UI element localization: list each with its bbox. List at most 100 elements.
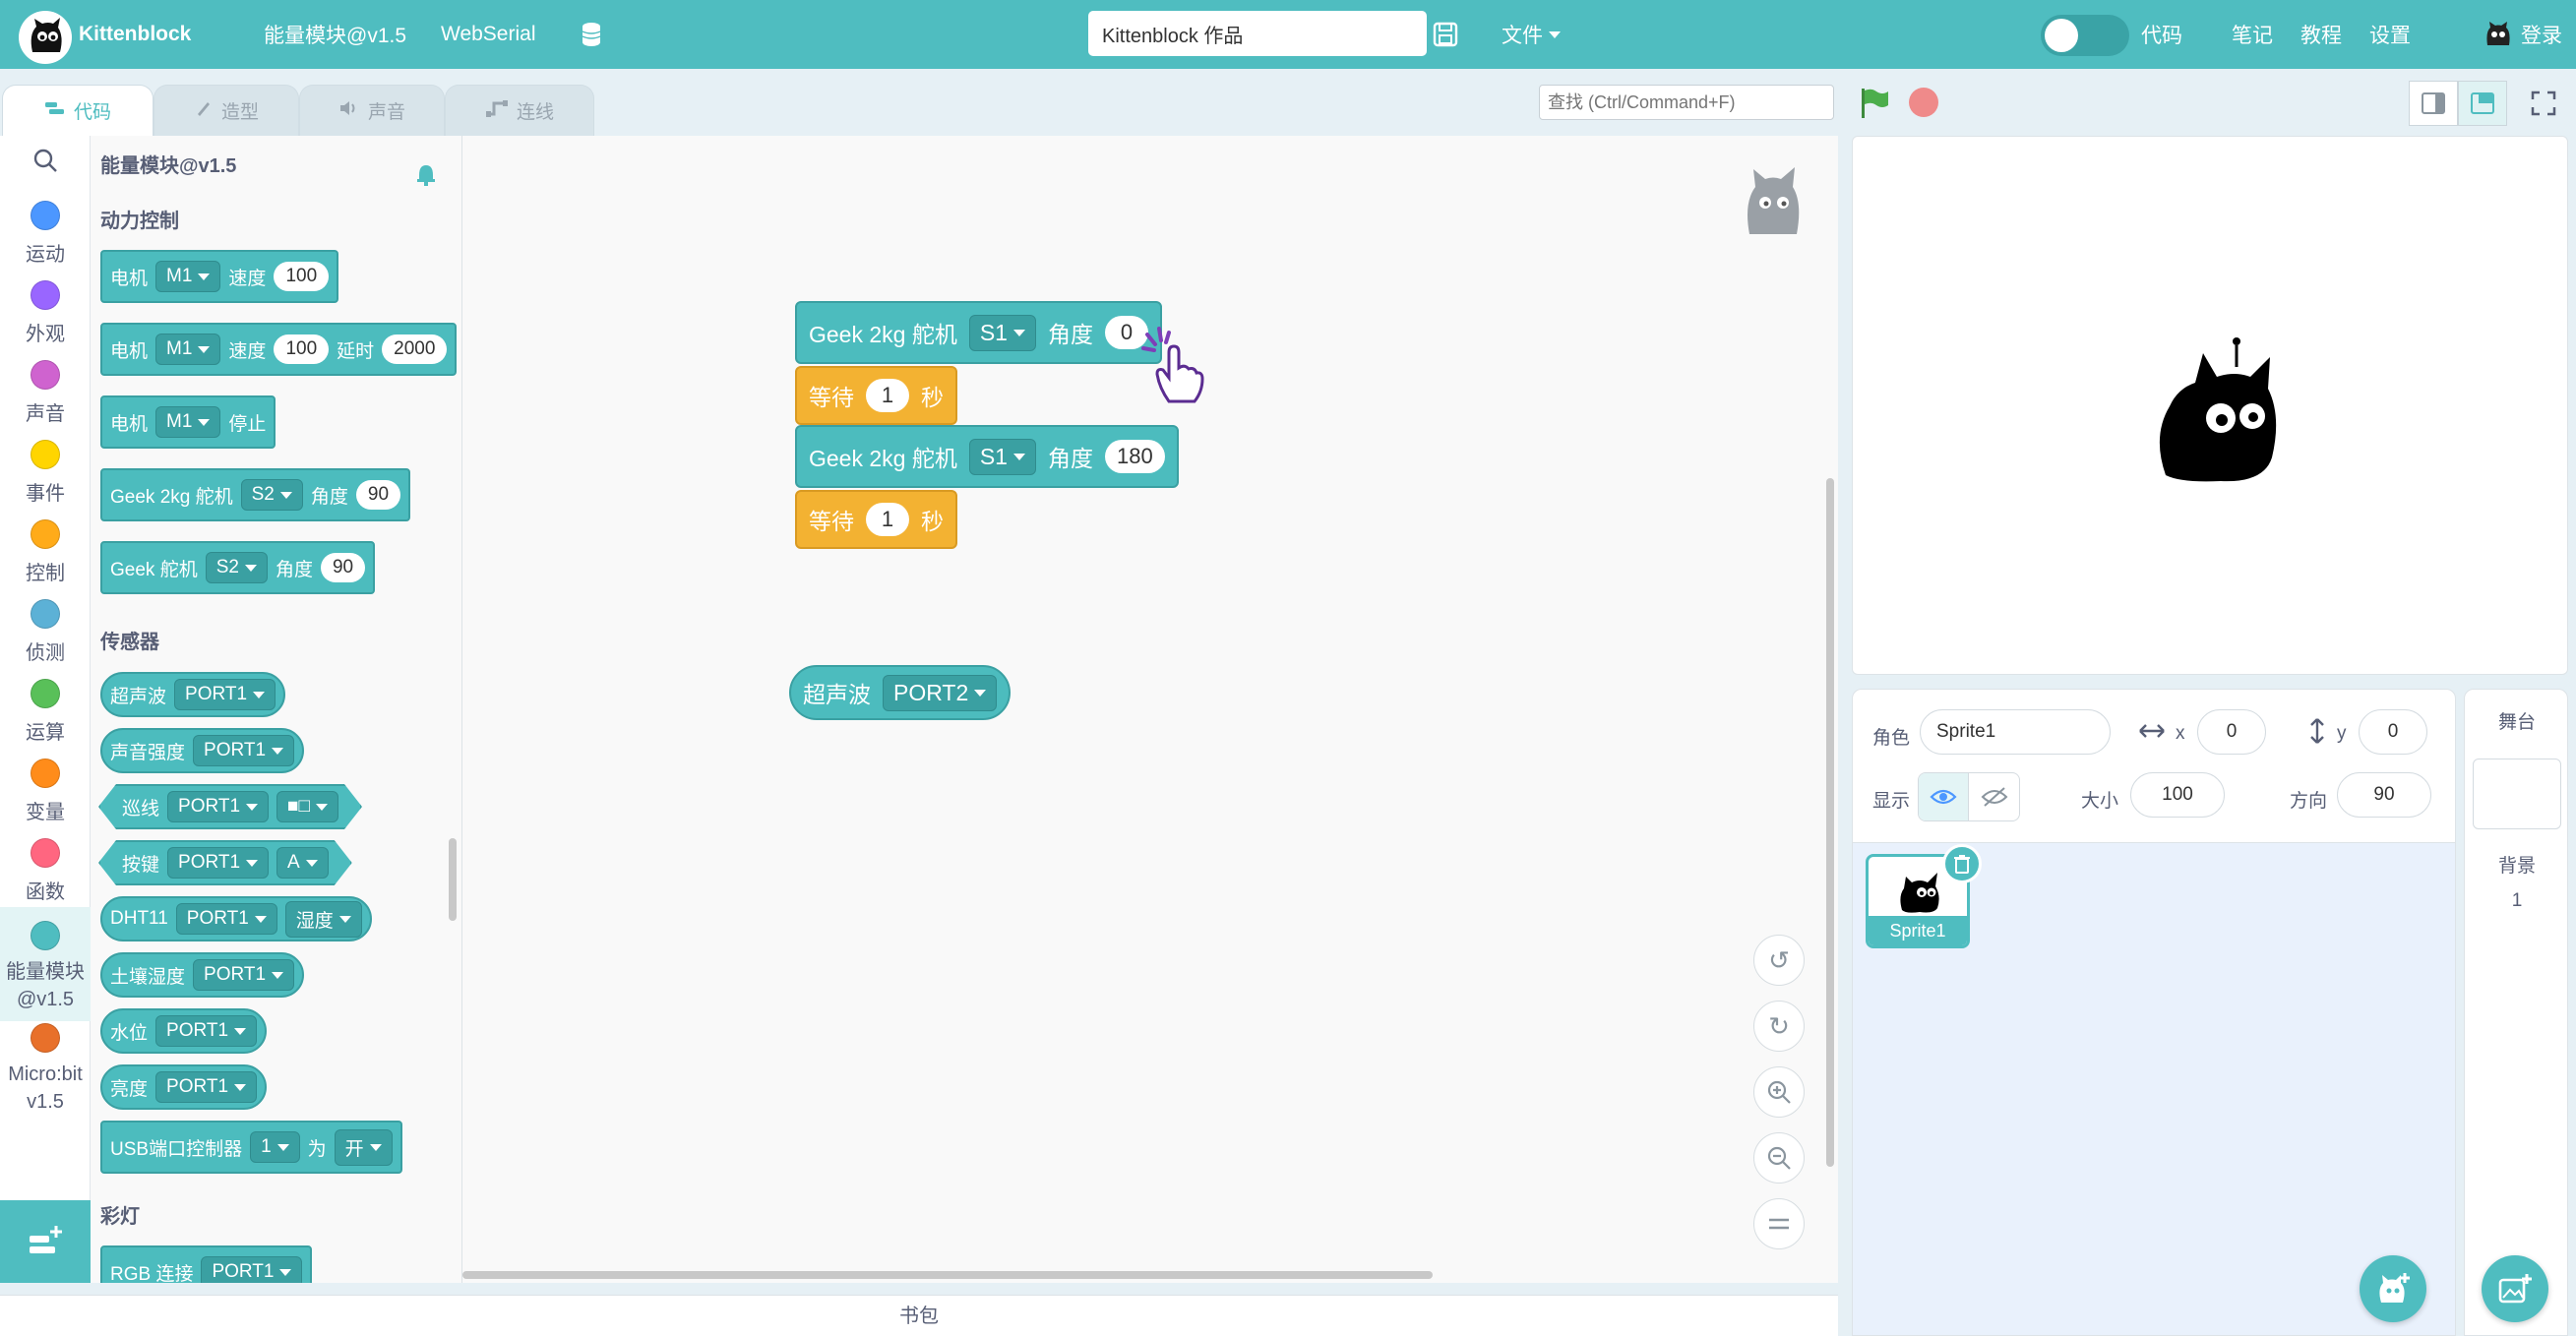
block-water-level[interactable]: 水位 PORT1 [100, 1008, 268, 1054]
tab-costumes[interactable]: 造型 [153, 85, 299, 136]
block-key[interactable]: 按键 PORT1 A [98, 840, 352, 885]
port-dropdown[interactable]: PORT1 [201, 1256, 303, 1283]
redo-button[interactable]: ↻ [1753, 1001, 1805, 1052]
block-line-follow[interactable]: 巡线 PORT1 ■□ [98, 784, 362, 829]
angle-input[interactable]: 180 [1104, 440, 1165, 473]
block-motor-stop[interactable]: 电机 M1 停止 [100, 395, 276, 449]
block-geek-servo[interactable]: Geek 舵机 S2 角度 90 [100, 541, 376, 594]
zoom-out-button[interactable] [1753, 1132, 1805, 1184]
fullscreen-button[interactable] [2519, 81, 2568, 126]
tutorial-link[interactable]: 教程 [2300, 0, 2342, 69]
add-backdrop-button[interactable] [2482, 1255, 2548, 1322]
green-flag-icon[interactable] [1858, 87, 1891, 125]
port-dropdown[interactable]: M1 [155, 334, 221, 365]
x-field[interactable]: 0 [2197, 709, 2266, 755]
category-energy-module[interactable]: 能量模块 @v1.5 [0, 907, 91, 1021]
direction-field[interactable]: 90 [2337, 772, 2431, 818]
port-dropdown[interactable]: PORT1 [167, 847, 269, 879]
category-looks[interactable]: 外观 [0, 280, 91, 346]
stage-thumbnail[interactable] [2473, 759, 2561, 829]
tab-code[interactable]: 代码 [2, 85, 153, 136]
port-dropdown[interactable]: M1 [155, 261, 221, 292]
usb-port-dropdown[interactable]: 1 [250, 1131, 300, 1163]
workspace-vertical-scrollbar[interactable] [1826, 478, 1834, 1167]
block-soil-moisture[interactable]: 土壤湿度 PORT1 [100, 952, 305, 998]
script-servo-block-1[interactable]: Geek 2kg 舵机 S1 角度 0 [795, 301, 1162, 364]
settings-link[interactable]: 设置 [2369, 0, 2411, 69]
speed-input[interactable]: 100 [274, 262, 330, 291]
servo-port-dropdown[interactable]: S2 [205, 552, 268, 583]
script-wait-block-2[interactable]: 等待 1 秒 [795, 490, 957, 549]
database-icon[interactable] [581, 0, 602, 69]
category-operators[interactable]: 运算 [0, 679, 91, 745]
category-motion[interactable]: 运动 [0, 201, 91, 267]
key-dropdown[interactable]: A [276, 847, 329, 879]
save-icon[interactable] [1433, 0, 1458, 69]
y-field[interactable]: 0 [2359, 709, 2427, 755]
block-ultrasonic[interactable]: 超声波 PORT1 [100, 672, 286, 717]
script-servo-block-2[interactable]: Geek 2kg 舵机 S1 角度 180 [795, 425, 1179, 488]
robot-doc-icon[interactable] [415, 161, 437, 192]
port-dropdown[interactable]: PORT1 [175, 903, 277, 935]
code-mode-toggle[interactable] [2041, 15, 2129, 56]
project-title-input[interactable] [1088, 11, 1427, 56]
servo-port-dropdown[interactable]: S1 [968, 438, 1036, 475]
sprite-name-field[interactable]: Sprite1 [1920, 709, 2111, 755]
port-dropdown[interactable]: PORT1 [155, 1015, 258, 1047]
undo-button[interactable]: ↺ [1753, 935, 1805, 986]
port-dropdown[interactable]: PORT1 [193, 735, 295, 766]
block-usb-controller[interactable]: USB端口控制器 1 为 开 [100, 1121, 402, 1174]
category-functions[interactable]: 函数 [0, 838, 91, 904]
add-sprite-button[interactable] [2360, 1255, 2426, 1322]
size-field[interactable]: 100 [2130, 772, 2225, 818]
category-events[interactable]: 事件 [0, 440, 91, 506]
notes-link[interactable]: 笔记 [2232, 0, 2273, 69]
port-dropdown[interactable]: PORT1 [174, 679, 276, 710]
usb-state-dropdown[interactable]: 开 [334, 1128, 393, 1166]
stage-canvas[interactable] [1852, 136, 2568, 675]
block-geek2kg-servo[interactable]: Geek 2kg 舵机 S2 角度 90 [100, 468, 411, 521]
delay-input[interactable]: 2000 [382, 334, 448, 364]
block-sound-level[interactable]: 声音强度 PORT1 [100, 728, 305, 773]
speed-input[interactable]: 100 [274, 334, 330, 364]
zoom-reset-button[interactable] [1753, 1198, 1805, 1249]
small-stage-button[interactable] [2409, 81, 2458, 126]
port-dropdown[interactable]: PORT1 [155, 1071, 258, 1103]
servo-port-dropdown[interactable]: S1 [968, 314, 1036, 351]
show-sprite-button[interactable] [1919, 773, 1970, 820]
block-rgb-connect[interactable]: RGB 连接 PORT1 [100, 1245, 313, 1283]
tab-wiring[interactable]: 连线 [445, 85, 594, 136]
hide-sprite-button[interactable] [1969, 773, 2019, 820]
stage-selector[interactable]: 舞台 背景 1 [2464, 689, 2568, 1336]
block-dht11[interactable]: DHT11 PORT1 湿度 [100, 896, 372, 941]
port-dropdown[interactable]: PORT1 [193, 959, 295, 991]
connection-menu[interactable]: WebSerial [441, 0, 536, 69]
wait-input[interactable]: 1 [866, 379, 909, 412]
block-motor-speed-delay[interactable]: 电机 M1 速度 100 延时 2000 [100, 323, 458, 376]
script-wait-block-1[interactable]: 等待 1 秒 [795, 366, 957, 425]
category-sensing[interactable]: 侦测 [0, 599, 91, 665]
category-variables[interactable]: 变量 [0, 759, 91, 824]
backpack-bar[interactable]: 书包 [0, 1295, 1838, 1336]
palette-scrollbar[interactable] [449, 838, 457, 921]
script-ultrasonic-reporter[interactable]: 超声波 PORT2 [789, 665, 1012, 720]
tab-sounds[interactable]: 声音 [299, 85, 445, 136]
category-control[interactable]: 控制 [0, 519, 91, 585]
zoom-in-button[interactable] [1753, 1066, 1805, 1118]
port-dropdown[interactable]: M1 [155, 406, 221, 438]
servo-port-dropdown[interactable]: S2 [240, 479, 303, 511]
file-menu[interactable]: 文件 [1502, 0, 1561, 69]
workspace-horizontal-scrollbar[interactable] [462, 1271, 1433, 1279]
delete-sprite-button[interactable] [1942, 844, 1982, 883]
angle-input[interactable]: 90 [320, 553, 366, 582]
login-button[interactable]: 登录 [2484, 0, 2562, 69]
line-pattern-dropdown[interactable]: ■□ [276, 791, 338, 822]
kittenblock-logo-icon[interactable] [19, 11, 72, 64]
stop-icon[interactable] [1909, 88, 1938, 117]
sprite-cat-icon[interactable] [2152, 328, 2282, 490]
block-search-input[interactable] [1539, 85, 1834, 120]
wait-input[interactable]: 1 [866, 503, 909, 536]
search-icon[interactable] [0, 148, 91, 179]
dht-mode-dropdown[interactable]: 湿度 [284, 900, 362, 938]
script-workspace[interactable]: Geek 2kg 舵机 S1 角度 0 等待 1 秒 Geek 2kg 舵机 S… [462, 136, 1838, 1283]
